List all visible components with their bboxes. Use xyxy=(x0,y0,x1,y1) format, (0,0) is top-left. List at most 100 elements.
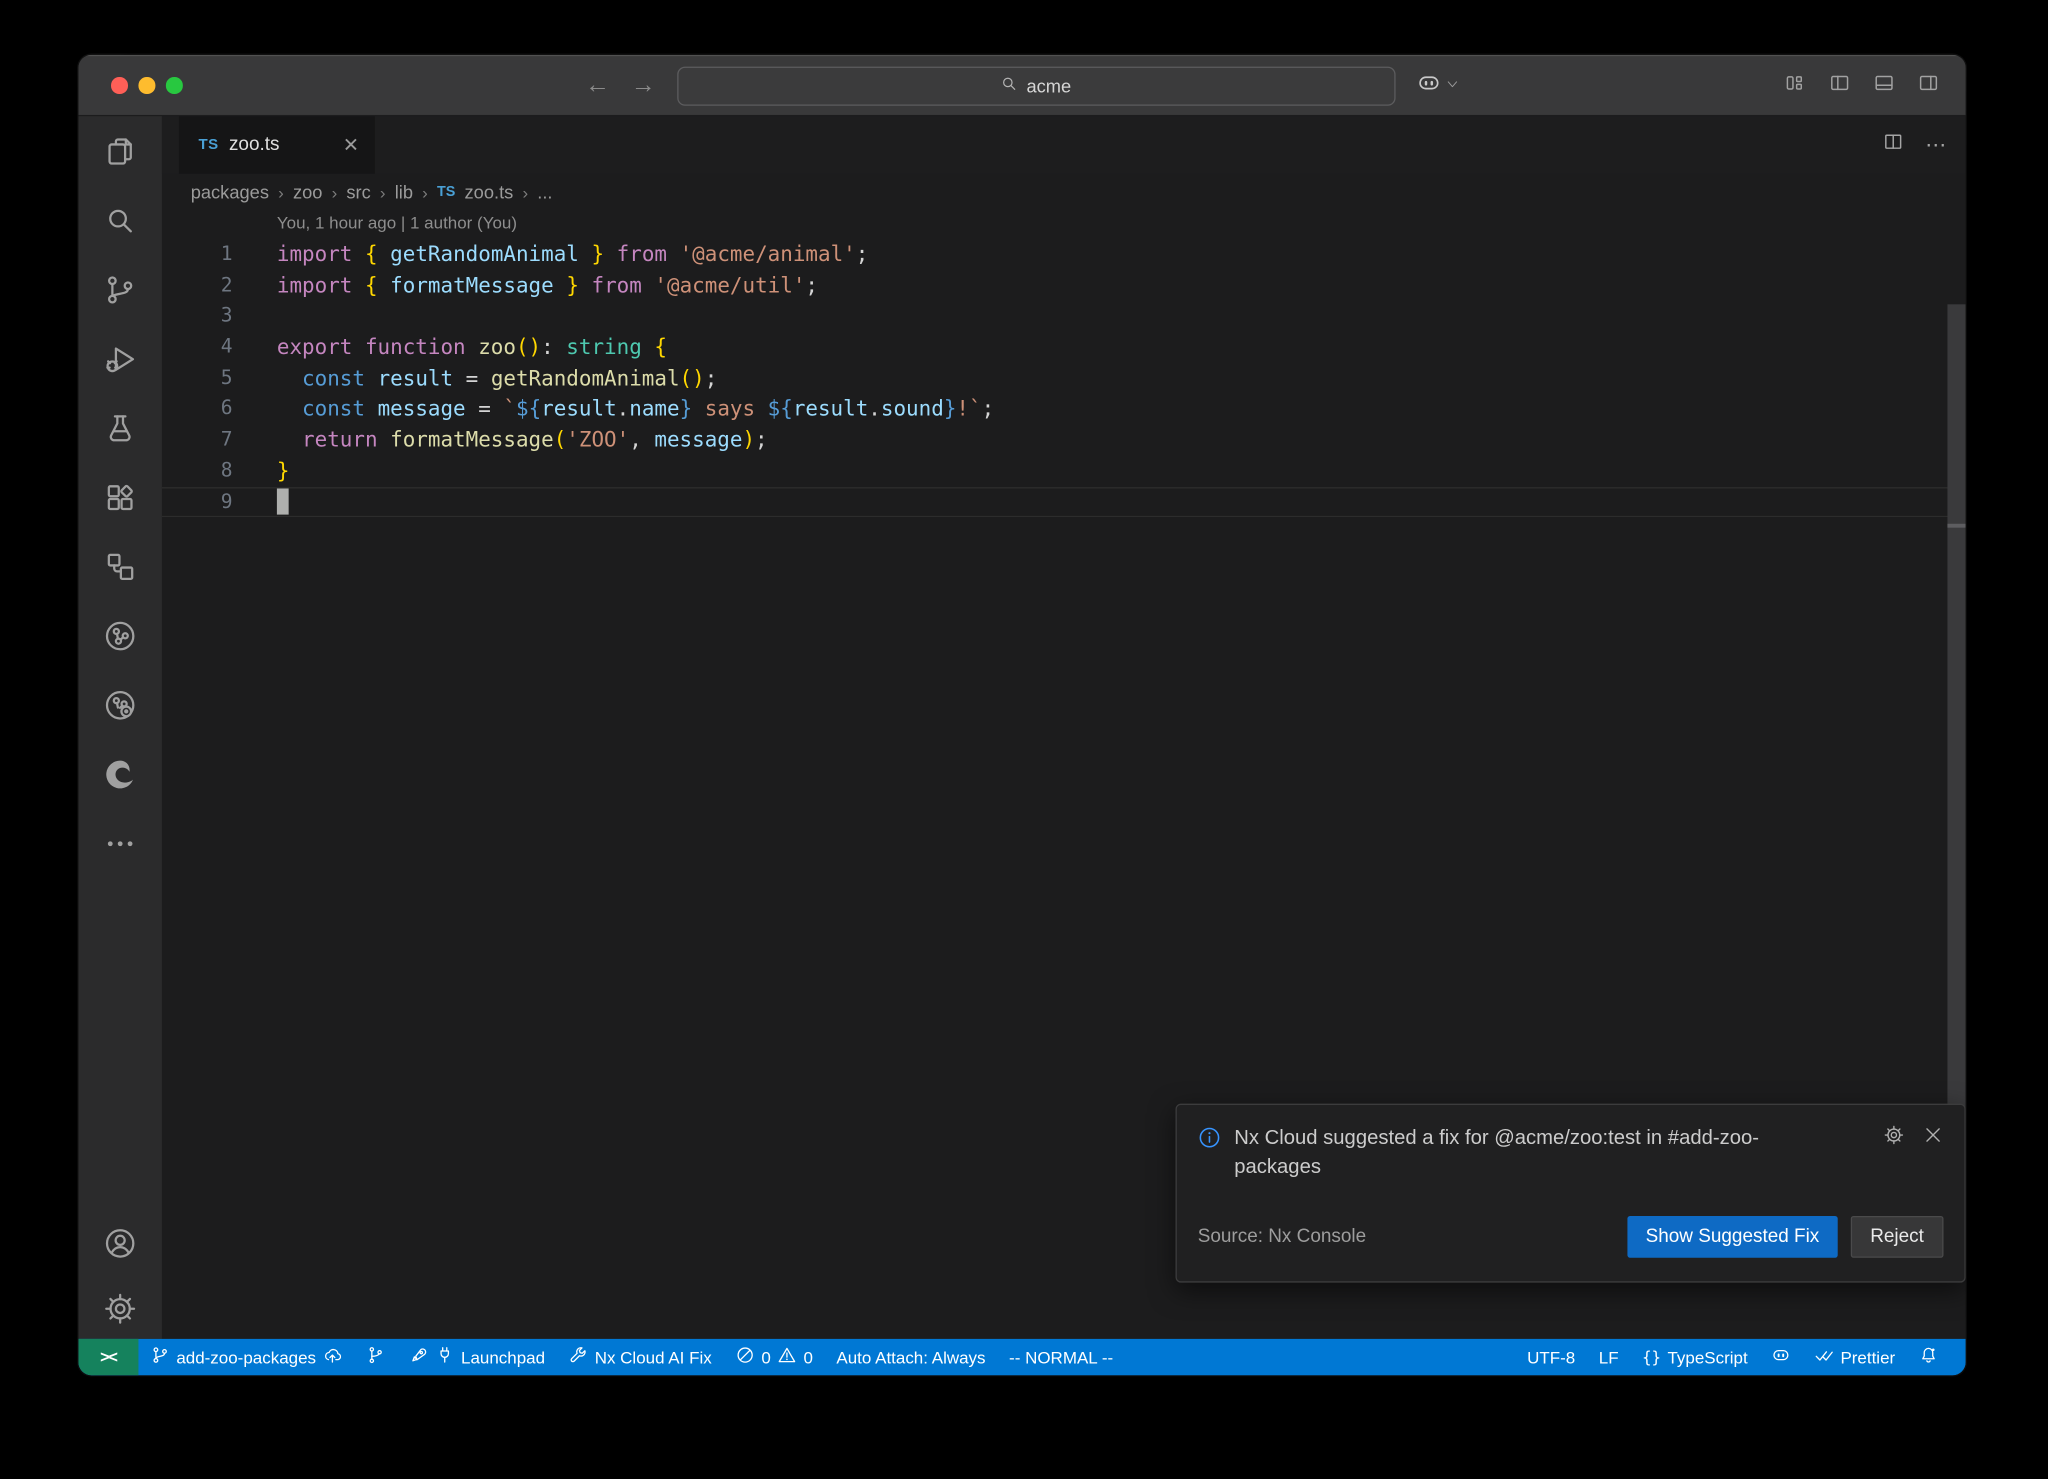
copilot-menu-button[interactable] xyxy=(1416,70,1459,101)
settings-gear-icon[interactable] xyxy=(103,1292,137,1326)
code-token xyxy=(365,365,378,390)
breadcrumb-item-zoo[interactable]: zoo xyxy=(293,182,322,203)
remote-indicator[interactable]: >< xyxy=(78,1339,138,1376)
desktop: ← → acme xyxy=(0,0,2048,1479)
breadcrumb-separator: › xyxy=(522,182,528,202)
breadcrumb-item-src[interactable]: src xyxy=(346,182,370,203)
encoding-item[interactable]: UTF-8 xyxy=(1515,1339,1587,1376)
nx-console-icon[interactable] xyxy=(103,619,137,653)
tab-close-icon[interactable]: ✕ xyxy=(343,133,359,157)
code-line-3[interactable]: 3 xyxy=(162,301,1966,332)
notification-close-icon[interactable] xyxy=(1923,1125,1944,1152)
code-token xyxy=(352,273,365,298)
code-token: { xyxy=(654,334,667,359)
code-line-1[interactable]: 1import { getRandomAnimal } from '@acme/… xyxy=(162,239,1966,270)
code-token: . xyxy=(617,396,630,421)
toggle-secondary-sidebar-button[interactable] xyxy=(1917,71,1939,100)
debug-icon[interactable] xyxy=(103,342,137,376)
code-line-8[interactable]: 8} xyxy=(162,456,1966,487)
breadcrumb-separator: › xyxy=(278,182,284,202)
extensions-icon[interactable] xyxy=(103,481,137,515)
show-suggested-fix-button[interactable]: Show Suggested Fix xyxy=(1627,1216,1837,1258)
error-icon xyxy=(735,1345,755,1369)
window-controls xyxy=(111,55,182,116)
code-token: formatMessage xyxy=(390,273,554,298)
source-control-icon[interactable] xyxy=(103,273,137,307)
code-line-5[interactable]: 5 const result = getRandomAnimal(); xyxy=(162,363,1966,394)
minimize-window-button[interactable] xyxy=(138,77,154,93)
ellipsis-icon[interactable] xyxy=(103,827,137,861)
editor-scrollbar[interactable] xyxy=(1947,304,1965,1231)
code-line-9[interactable]: 9 xyxy=(162,487,1966,518)
back-button[interactable]: ← xyxy=(585,71,610,100)
notifications-item[interactable] xyxy=(1907,1339,1950,1376)
problems-item[interactable]: 00 xyxy=(723,1339,824,1376)
code-line-2[interactable]: 2import { formatMessage } from '@acme/ut… xyxy=(162,270,1966,301)
code-token: { xyxy=(365,242,378,267)
breadcrumb-item-[interactable]: ... xyxy=(537,182,552,203)
status-label: UTF-8 xyxy=(1527,1347,1575,1367)
code-token: , xyxy=(629,427,654,452)
code-token: ; xyxy=(805,273,818,298)
line-number: 2 xyxy=(162,270,233,301)
launchpad-item[interactable]: Launchpad xyxy=(397,1339,557,1376)
code-token: formatMessage xyxy=(390,427,554,452)
code-token: . xyxy=(868,396,881,421)
code-line-7[interactable]: 7 return formatMessage('ZOO', message); xyxy=(162,425,1966,456)
code-token xyxy=(277,365,302,390)
code-content: } xyxy=(232,456,289,487)
language-item[interactable]: {}TypeScript xyxy=(1630,1339,1759,1376)
account-icon[interactable] xyxy=(103,1226,137,1260)
toggle-panel-button[interactable] xyxy=(1873,71,1895,100)
split-editor-button[interactable] xyxy=(1882,131,1904,160)
nx-cloud-icon[interactable] xyxy=(103,688,137,722)
breadcrumb-item-packages[interactable]: packages xyxy=(191,182,269,203)
search-icon[interactable] xyxy=(103,204,137,238)
toggle-primary-sidebar-button[interactable] xyxy=(1829,71,1851,100)
code-token: 'ZOO' xyxy=(566,427,629,452)
files-icon[interactable] xyxy=(103,135,137,169)
code-line-6[interactable]: 6 const message = `${result.name} says $… xyxy=(162,394,1966,425)
vim-mode-item[interactable]: -- NORMAL -- xyxy=(997,1339,1125,1376)
ts-file-icon: TS xyxy=(437,184,455,200)
beaker-icon[interactable] xyxy=(103,411,137,445)
code-token: } xyxy=(566,273,579,298)
copilot-item[interactable] xyxy=(1759,1339,1802,1376)
nx-cloud-ai-fix-item[interactable]: Nx Cloud AI Fix xyxy=(557,1339,724,1376)
edge-icon[interactable] xyxy=(103,758,137,792)
code-token: message xyxy=(378,396,466,421)
tab-zoo-ts[interactable]: TS zoo.ts ✕ xyxy=(179,116,375,173)
eol-item[interactable]: LF xyxy=(1587,1339,1630,1376)
remote-explorer-icon[interactable] xyxy=(103,550,137,584)
breadcrumb-separator: › xyxy=(380,182,386,202)
zoom-window-button[interactable] xyxy=(166,77,182,93)
forward-button[interactable]: → xyxy=(631,71,656,100)
line-number: 6 xyxy=(162,394,233,425)
code-token: return xyxy=(302,427,377,452)
code-token xyxy=(378,273,391,298)
prettier-item[interactable]: Prettier xyxy=(1803,1339,1907,1376)
code-token xyxy=(365,396,378,421)
editor-group: TS zoo.ts ✕ ⋯ packages›zoo›src›lib›TSzoo… xyxy=(162,116,1966,1339)
notification-settings-icon[interactable] xyxy=(1883,1125,1904,1152)
code-token: } xyxy=(944,396,957,421)
reject-button[interactable]: Reject xyxy=(1851,1216,1944,1258)
status-label: -- NORMAL -- xyxy=(1009,1347,1113,1367)
breadcrumb-item-lib[interactable]: lib xyxy=(395,182,413,203)
auto-attach-item[interactable]: Auto Attach: Always xyxy=(825,1339,998,1376)
line-number: 7 xyxy=(162,425,233,456)
git-graph-item[interactable] xyxy=(354,1339,397,1376)
command-center-search[interactable]: acme xyxy=(677,66,1395,105)
code-token: '@acme/util' xyxy=(654,273,805,298)
code-line-4[interactable]: 4export function zoo(): string { xyxy=(162,332,1966,363)
customize-layout-button[interactable] xyxy=(1784,71,1806,100)
breadcrumb-item-zoots[interactable]: zoo.ts xyxy=(465,182,514,203)
branch-item[interactable]: add-zoo-packages xyxy=(138,1339,353,1376)
close-window-button[interactable] xyxy=(111,77,127,93)
code-token: sound xyxy=(881,396,944,421)
more-actions-button[interactable]: ⋯ xyxy=(1925,132,1947,158)
status-label: 0 xyxy=(803,1347,812,1367)
rocket-icon xyxy=(409,1345,429,1369)
status-label: add-zoo-packages xyxy=(176,1347,316,1367)
code-token: const xyxy=(302,396,365,421)
